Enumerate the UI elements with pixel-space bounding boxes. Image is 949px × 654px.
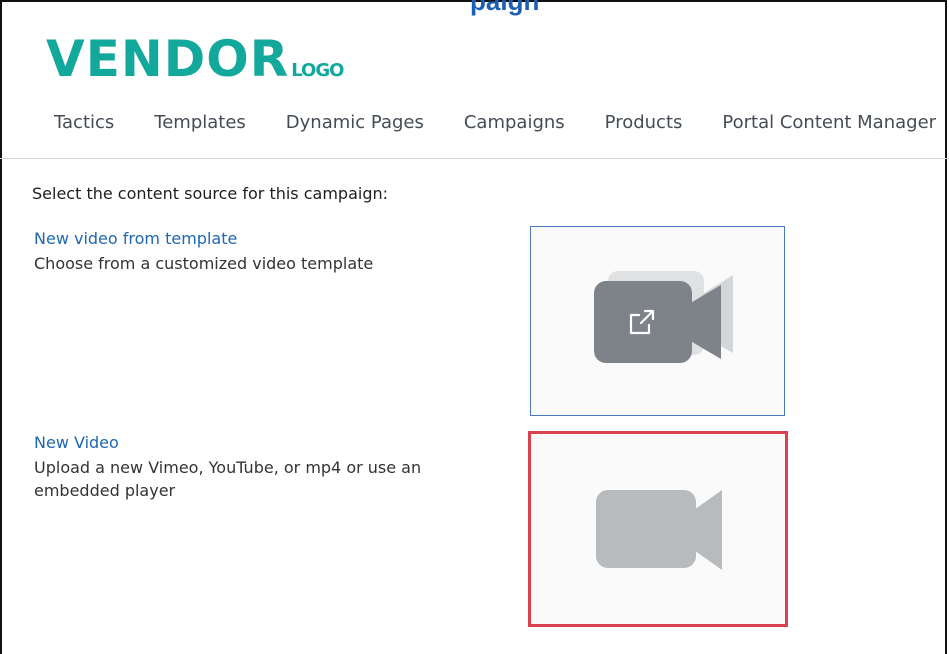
new-video-card[interactable] bbox=[528, 431, 788, 627]
nav-portal-content-manager[interactable]: Portal Content Manager bbox=[722, 112, 936, 133]
logo-main-text: VENDOR bbox=[46, 30, 290, 88]
video-template-card[interactable] bbox=[530, 226, 785, 416]
option-new-video-description: Upload a new Vimeo, YouTube, or mp4 or u… bbox=[34, 458, 422, 500]
video-template-icon bbox=[594, 271, 733, 363]
vendor-logo: VENDOR LOGO bbox=[46, 30, 344, 88]
option-video-template-description: Choose from a customized video template bbox=[34, 254, 374, 273]
option-video-template-title[interactable]: New video from template bbox=[34, 229, 237, 248]
page-title-fragment: paign bbox=[470, 0, 540, 16]
top-nav: Tactics Templates Dynamic Pages Campaign… bbox=[54, 112, 936, 133]
content-source-prompt: Select the content source for this campa… bbox=[32, 184, 388, 203]
nav-products[interactable]: Products bbox=[605, 112, 683, 133]
logo-sub-text: LOGO bbox=[291, 60, 344, 81]
nav-divider bbox=[0, 158, 949, 159]
nav-campaigns[interactable]: Campaigns bbox=[464, 112, 565, 133]
nav-templates[interactable]: Templates bbox=[154, 112, 246, 133]
nav-tactics[interactable]: Tactics bbox=[54, 112, 114, 133]
option-new-video-title[interactable]: New Video bbox=[34, 433, 119, 452]
content-frame bbox=[0, 0, 947, 654]
video-camera-icon bbox=[596, 490, 722, 570]
nav-dynamic-pages[interactable]: Dynamic Pages bbox=[286, 112, 424, 133]
